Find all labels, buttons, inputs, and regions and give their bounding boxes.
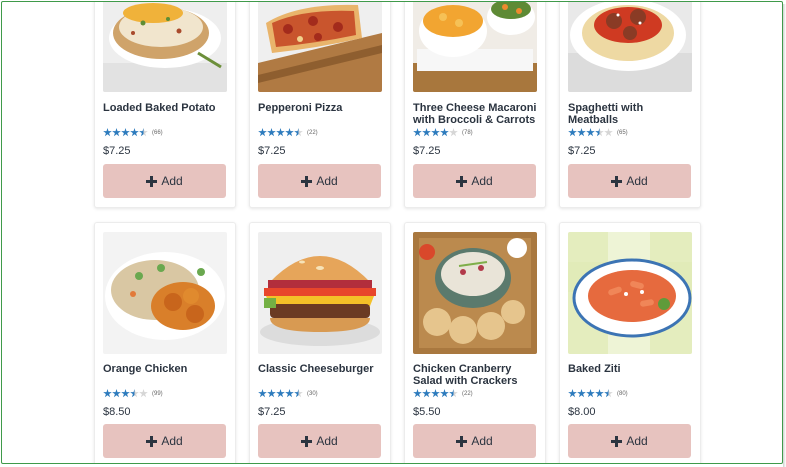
review-count: (80) <box>617 390 628 397</box>
spaghetti-photo[interactable] <box>568 2 692 92</box>
add-button-label: Add <box>316 174 338 188</box>
plus-icon <box>456 175 468 187</box>
price: $7.25 <box>103 145 131 157</box>
add-button-label: Add <box>161 434 183 448</box>
plus-icon <box>301 175 313 187</box>
review-count: (78) <box>462 129 473 136</box>
price: $8.50 <box>103 406 131 418</box>
review-count: (99) <box>152 390 163 397</box>
product-title[interactable]: Spaghetti with Meatballs <box>568 102 696 126</box>
product-card: Spaghetti with Meatballs (65) $7.25 Add <box>559 2 701 208</box>
add-button[interactable]: Add <box>258 164 381 198</box>
review-count: (22) <box>462 390 473 397</box>
product-grid-frame: Loaded Baked Potato (66) $7.25 Add Peppe… <box>1 1 783 464</box>
star-rating-icon <box>258 389 303 398</box>
cheeseburger-photo[interactable] <box>258 232 382 354</box>
product-card: Loaded Baked Potato (66) $7.25 Add <box>94 2 236 208</box>
plus-icon <box>301 435 313 447</box>
review-count: (22) <box>307 129 318 136</box>
rating: (30) <box>258 389 318 398</box>
star-rating-icon <box>103 389 148 398</box>
rating: (22) <box>258 128 318 137</box>
product-card: Three Cheese Macaroni with Broccoli & Ca… <box>404 2 546 208</box>
plus-icon <box>146 175 158 187</box>
rating: (80) <box>568 389 628 398</box>
add-button-label: Add <box>626 434 648 448</box>
add-button[interactable]: Add <box>568 424 691 458</box>
star-rating-icon <box>413 389 458 398</box>
plus-icon <box>611 435 623 447</box>
add-button-label: Add <box>161 174 183 188</box>
add-button-label: Add <box>471 434 493 448</box>
pizza-photo[interactable] <box>258 2 382 92</box>
product-title[interactable]: Loaded Baked Potato <box>103 102 231 114</box>
baked-ziti-photo[interactable] <box>568 232 692 354</box>
price: $7.25 <box>258 406 286 418</box>
add-button[interactable]: Add <box>103 164 226 198</box>
product-card: Pepperoni Pizza (22) $7.25 Add <box>249 2 391 208</box>
add-button[interactable]: Add <box>413 164 536 198</box>
plus-icon <box>456 435 468 447</box>
add-button-label: Add <box>316 434 338 448</box>
add-button[interactable]: Add <box>103 424 226 458</box>
product-title[interactable]: Baked Ziti <box>568 363 696 375</box>
product-card: Chicken Cranberry Salad with Crackers (2… <box>404 222 546 463</box>
star-rating-icon <box>103 128 148 137</box>
review-count: (66) <box>152 129 163 136</box>
price: $7.25 <box>413 145 441 157</box>
product-title[interactable]: Three Cheese Macaroni with Broccoli & Ca… <box>413 102 541 126</box>
add-button[interactable]: Add <box>258 424 381 458</box>
product-title[interactable]: Pepperoni Pizza <box>258 102 386 114</box>
price: $7.25 <box>258 145 286 157</box>
rating: (22) <box>413 389 473 398</box>
star-rating-icon <box>258 128 303 137</box>
price: $5.50 <box>413 406 441 418</box>
rating: (99) <box>103 389 163 398</box>
rating: (66) <box>103 128 163 137</box>
product-title[interactable]: Orange Chicken <box>103 363 231 375</box>
plus-icon <box>611 175 623 187</box>
star-rating-icon <box>568 128 613 137</box>
chicken-salad-photo[interactable] <box>413 232 537 354</box>
add-button-label: Add <box>471 174 493 188</box>
product-card: Baked Ziti (80) $8.00 Add <box>559 222 701 463</box>
macaroni-photo[interactable] <box>413 2 537 92</box>
star-rating-icon <box>568 389 613 398</box>
add-button[interactable]: Add <box>568 164 691 198</box>
review-count: (30) <box>307 390 318 397</box>
add-button-label: Add <box>626 174 648 188</box>
baked-potato-photo[interactable] <box>103 2 227 92</box>
review-count: (65) <box>617 129 628 136</box>
product-title[interactable]: Classic Cheeseburger <box>258 363 386 375</box>
product-title[interactable]: Chicken Cranberry Salad with Crackers <box>413 363 541 387</box>
rating: (78) <box>413 128 473 137</box>
plus-icon <box>146 435 158 447</box>
product-card: Classic Cheeseburger (30) $7.25 Add <box>249 222 391 463</box>
rating: (65) <box>568 128 628 137</box>
product-card: Orange Chicken (99) $8.50 Add <box>94 222 236 463</box>
orange-chicken-photo[interactable] <box>103 232 227 354</box>
star-rating-icon <box>413 128 458 137</box>
add-button[interactable]: Add <box>413 424 536 458</box>
price: $8.00 <box>568 406 596 418</box>
price: $7.25 <box>568 145 596 157</box>
